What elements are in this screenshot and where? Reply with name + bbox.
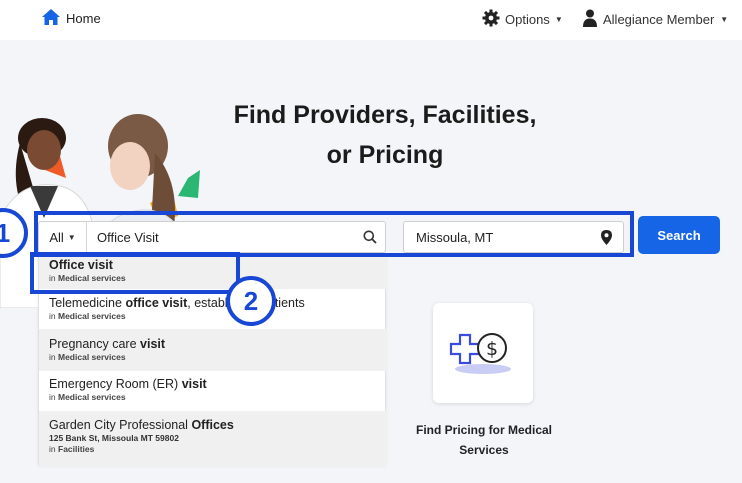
member-menu[interactable]: Allegiance Member ▼ (583, 9, 728, 30)
options-menu[interactable]: Options ▼ (482, 9, 563, 30)
suggestion-item[interactable]: Pregnancy care visit in Medical services (39, 329, 387, 371)
options-label: Options (505, 12, 550, 27)
suggestion-item[interactable]: Garden City Professional Offices 125 Ban… (39, 411, 387, 466)
gear-icon (482, 9, 500, 30)
home-icon (42, 9, 60, 28)
highlight-search-row (34, 211, 634, 257)
chevron-down-icon: ▼ (554, 15, 563, 24)
highlight-first-suggestion (30, 252, 240, 294)
suggestion-item[interactable]: Telemedicine office visit, established p… (39, 293, 387, 329)
top-nav: Home Options ▼ Allegiance Member ▼ (0, 0, 742, 40)
suggestion-item[interactable]: Emergency Room (ER) visit in Medical ser… (39, 371, 387, 411)
medical-pricing-icon: $ (443, 321, 523, 386)
step-badge-2: 2 (226, 276, 276, 326)
svg-text:$: $ (486, 338, 498, 360)
title-line-2: or Pricing (326, 141, 444, 169)
home-label: Home (66, 11, 101, 26)
title-line-1: Find Providers, Facilities, (233, 101, 537, 129)
chevron-down-icon: ▼ (720, 15, 729, 24)
page-title: Find Providers, Facilities, or Pricing (190, 95, 580, 175)
home-link[interactable]: Home (42, 9, 101, 28)
pricing-card-label[interactable]: Find Pricing for Medical Services (400, 420, 568, 460)
pricing-card[interactable]: $ (433, 303, 533, 403)
user-icon (583, 9, 597, 30)
search-button[interactable]: Search (638, 216, 720, 254)
member-label: Allegiance Member (603, 12, 715, 27)
